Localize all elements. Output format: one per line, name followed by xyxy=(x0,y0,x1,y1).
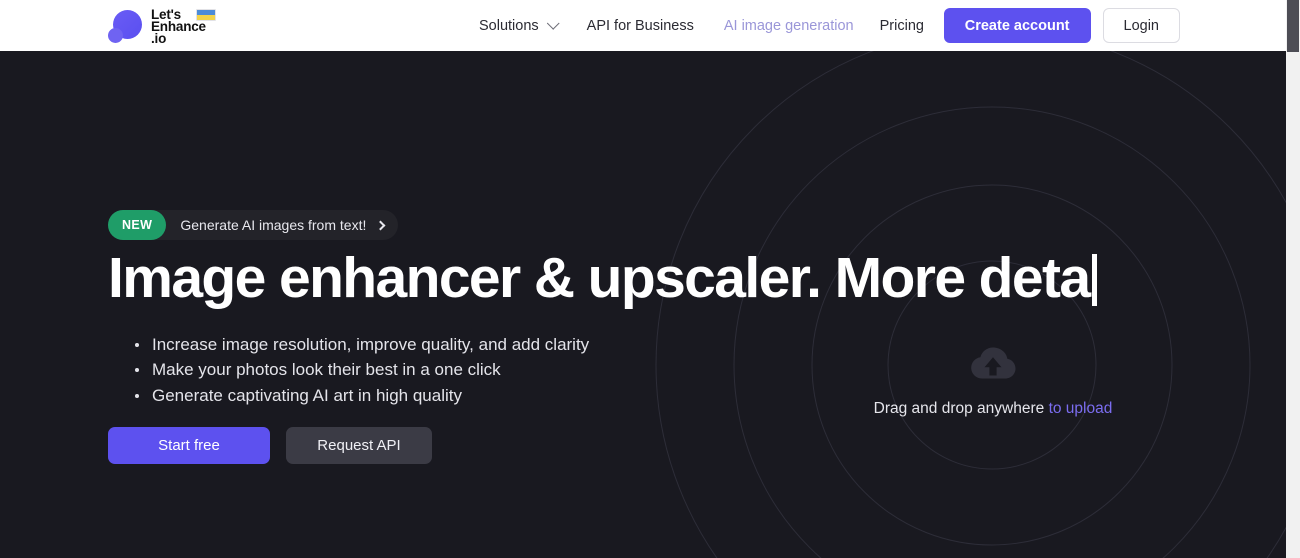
new-badge: NEW xyxy=(108,210,166,240)
new-feature-banner[interactable]: NEW Generate AI images from text! xyxy=(108,210,398,240)
list-item: Make your photos look their best in a on… xyxy=(130,357,589,382)
request-api-button[interactable]: Request API xyxy=(286,427,432,464)
cta-button-row: Start free Request API xyxy=(108,427,432,464)
page-root: Let's Enhance .io Solutions API for Busi… xyxy=(0,0,1300,558)
page-title: Image enhancer & upscaler. More deta xyxy=(108,245,1097,311)
headline-text: Image enhancer & upscaler. More deta xyxy=(108,246,1089,310)
site-header: Let's Enhance .io Solutions API for Busi… xyxy=(0,0,1286,51)
logo-line-3: .io xyxy=(151,33,206,45)
nav-item-api-for-business[interactable]: API for Business xyxy=(587,18,694,34)
start-free-button[interactable]: Start free xyxy=(108,427,270,464)
upload-instruction-text: Drag and drop anywhere xyxy=(874,400,1045,417)
upload-dropzone[interactable]: Drag and drop anywhere to upload xyxy=(843,346,1143,418)
nav-label-solutions: Solutions xyxy=(479,18,539,34)
upload-link[interactable]: to upload xyxy=(1049,400,1113,417)
logo-wordmark: Let's Enhance .io xyxy=(151,5,206,46)
nav-label-ai-image-generation: AI image generation xyxy=(724,18,854,34)
vertical-scrollbar[interactable] xyxy=(1286,0,1300,558)
list-item: Generate captivating AI art in high qual… xyxy=(130,383,589,408)
create-account-button[interactable]: Create account xyxy=(944,8,1091,43)
nav-label-api-for-business: API for Business xyxy=(587,18,694,34)
nav-item-ai-image-generation[interactable]: AI image generation xyxy=(724,18,854,34)
hero-section: NEW Generate AI images from text! Image … xyxy=(0,51,1286,558)
typing-caret xyxy=(1092,254,1097,306)
list-item: Increase image resolution, improve quali… xyxy=(130,332,589,357)
cloud-upload-icon xyxy=(970,346,1016,379)
scrollbar-thumb[interactable] xyxy=(1287,0,1299,52)
header-actions: Create account Login xyxy=(944,8,1180,43)
site-logo[interactable]: Let's Enhance .io xyxy=(108,5,206,47)
nav-item-pricing[interactable]: Pricing xyxy=(880,18,924,34)
chevron-right-icon xyxy=(376,220,386,230)
nav-item-solutions[interactable]: Solutions xyxy=(479,18,557,34)
nav-label-pricing: Pricing xyxy=(880,18,924,34)
upload-instruction: Drag and drop anywhere to upload xyxy=(843,400,1143,418)
main-navigation: Solutions API for Business AI image gene… xyxy=(479,0,983,51)
login-button[interactable]: Login xyxy=(1103,8,1180,43)
logo-blob-icon xyxy=(108,8,142,44)
ukraine-flag-icon xyxy=(196,9,216,21)
new-banner-text: Generate AI images from text! xyxy=(180,217,366,233)
chevron-down-icon xyxy=(546,17,559,30)
feature-bullet-list: Increase image resolution, improve quali… xyxy=(130,332,589,408)
